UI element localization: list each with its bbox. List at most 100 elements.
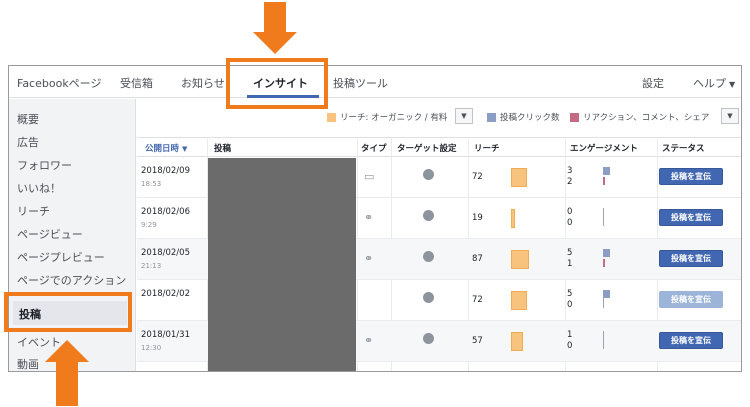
sidebar-item-page-actions[interactable]: ページでのアクション [17, 272, 126, 288]
sidebar-item-followers[interactable]: フォロワー [17, 157, 72, 173]
column-targeting: ターゲット設定 [397, 144, 457, 154]
engagement-reactions-bar [603, 177, 605, 185]
row-date: 2018/02/06 [141, 207, 190, 217]
engagement-clicks-bar [603, 167, 610, 175]
legend-swatch-reactions [570, 112, 579, 122]
column-post: 投稿 [214, 144, 232, 154]
row-reach: 19 [472, 213, 483, 223]
row-reach: 72 [472, 295, 483, 305]
legend-swatch-clicks [487, 112, 496, 122]
tab-inbox[interactable]: 受信箱 [120, 75, 153, 91]
highlight-arrow-up-shaft [56, 362, 78, 406]
boost-post-button-disabled: 投稿を宣伝 [659, 291, 723, 308]
sidebar-item-page-previews[interactable]: ページプレビュー [17, 249, 105, 265]
row-engagement-clicks: 5 [567, 289, 573, 299]
globe-icon [423, 251, 434, 262]
column-engagement: エンゲージメント [570, 144, 638, 154]
column-status: ステータス [662, 144, 705, 154]
reach-bar [511, 250, 529, 269]
tab-publishing-tools[interactable]: 投稿ツール [333, 75, 388, 91]
top-navigation: Facebookページ 受信箱 お知らせ インサイト 投稿ツール 設定 ヘルプ ▼ [9, 66, 741, 98]
row-engagement-reactions: 0 [567, 341, 573, 351]
boost-post-button[interactable]: 投稿を宣伝 [659, 168, 723, 185]
engagement-clicks-bar [603, 290, 610, 298]
row-time: 12:30 [141, 344, 162, 352]
reach-bar [511, 291, 527, 310]
column-type: タイプ [361, 144, 387, 154]
legend-reach-label: リーチ: オーガニック / 有料 [340, 113, 448, 123]
tab-facebook-page[interactable]: Facebookページ [17, 75, 101, 91]
sidebar-item-reach[interactable]: リーチ [17, 203, 50, 219]
chevron-down-icon: ▼ [727, 112, 733, 120]
column-published-date-label: 公開日時 [145, 144, 180, 154]
help-label: ヘルプ [693, 77, 726, 90]
row-engagement-clicks: 0 [567, 207, 573, 217]
row-time: 21:13 [141, 262, 162, 270]
row-engagement-clicks: 1 [567, 330, 573, 340]
column-reach: リーチ [474, 144, 500, 154]
redacted-post-preview[interactable] [208, 158, 356, 371]
sidebar-item-overview[interactable]: 概要 [17, 111, 39, 127]
sort-desc-icon: ▼ [181, 145, 188, 153]
row-reach: 87 [472, 254, 483, 264]
highlight-arrow-up-head [45, 340, 89, 362]
photo-icon: ▭ [364, 170, 375, 183]
legend-clicks-label: 投稿クリック数 [500, 113, 560, 123]
row-reach: 72 [472, 172, 483, 182]
sidebar-item-videos[interactable]: 動画 [17, 356, 39, 371]
engagement-clicks-bar [603, 249, 610, 257]
posts-table-header: 公開日時 ▼ 投稿 タイプ ターゲット設定 リーチ エンゲージメント ステータス [137, 137, 741, 157]
engagement-reactions-bar [603, 259, 605, 267]
chevron-down-icon: ▼ [461, 112, 467, 120]
row-engagement-reactions: 0 [567, 300, 573, 310]
row-date: 2018/02/09 [141, 166, 190, 176]
reach-dropdown[interactable]: ▼ [455, 108, 473, 124]
legend-swatch-reach [327, 112, 336, 122]
posts-panel: リーチ: オーガニック / 有料 ▼ 投稿クリック数 リアクション、コメント、シ… [137, 99, 741, 371]
legend-reactions: リアクション、コメント、シェア [570, 111, 709, 123]
row-date: 2018/01/31 [141, 330, 190, 340]
link-icon: ⚭ [364, 252, 374, 265]
reach-bar [511, 332, 523, 351]
tab-notifications[interactable]: お知らせ [181, 75, 225, 91]
legend-reach: リーチ: オーガニック / 有料 [327, 111, 447, 123]
row-engagement-clicks: 5 [567, 248, 573, 258]
sidebar-item-page-views[interactable]: ページビュー [17, 226, 83, 242]
engagement-empty-bar [603, 208, 604, 226]
sidebar-item-likes[interactable]: いいね！ [17, 180, 61, 196]
reach-bar [511, 168, 527, 187]
engagement-empty-bar [603, 298, 604, 308]
row-date: 2018/02/05 [141, 248, 190, 258]
legend-reactions-label: リアクション、コメント、シェア [583, 113, 710, 123]
boost-post-button[interactable]: 投稿を宣伝 [659, 209, 723, 226]
globe-icon [423, 292, 434, 303]
row-time: 18:53 [141, 180, 162, 188]
row-engagement-reactions: 2 [567, 177, 573, 187]
boost-post-button[interactable]: 投稿を宣伝 [659, 250, 723, 267]
caret-down-icon: ▼ [729, 80, 736, 89]
sidebar-item-ads[interactable]: 広告 [17, 134, 39, 150]
row-engagement-reactions: 1 [567, 259, 573, 269]
engagement-empty-bar [603, 331, 604, 349]
globe-icon [423, 210, 434, 221]
column-published-date[interactable]: 公開日時 ▼ [145, 142, 187, 154]
globe-icon [423, 333, 434, 344]
row-reach: 57 [472, 336, 483, 346]
engagement-dropdown[interactable]: ▼ [721, 108, 739, 124]
link-icon: ⚭ [364, 211, 374, 224]
tab-help[interactable]: ヘルプ ▼ [693, 75, 735, 91]
boost-post-button[interactable]: 投稿を宣伝 [659, 332, 723, 349]
row-date: 2018/02/02 [141, 289, 190, 299]
legend-clicks: 投稿クリック数 [487, 111, 560, 123]
reach-bar [511, 209, 515, 228]
highlight-box-posts-item [4, 292, 132, 332]
globe-icon [423, 169, 434, 180]
link-icon: ⚭ [364, 334, 374, 347]
highlight-arrow-down-head [253, 32, 297, 54]
tab-settings[interactable]: 設定 [642, 75, 664, 91]
highlight-arrow-down-shaft [264, 2, 286, 32]
row-time: 9:29 [141, 221, 157, 229]
highlight-box-insights-tab [226, 58, 328, 109]
row-engagement-clicks: 3 [567, 166, 573, 176]
row-engagement-reactions: 0 [567, 218, 573, 228]
